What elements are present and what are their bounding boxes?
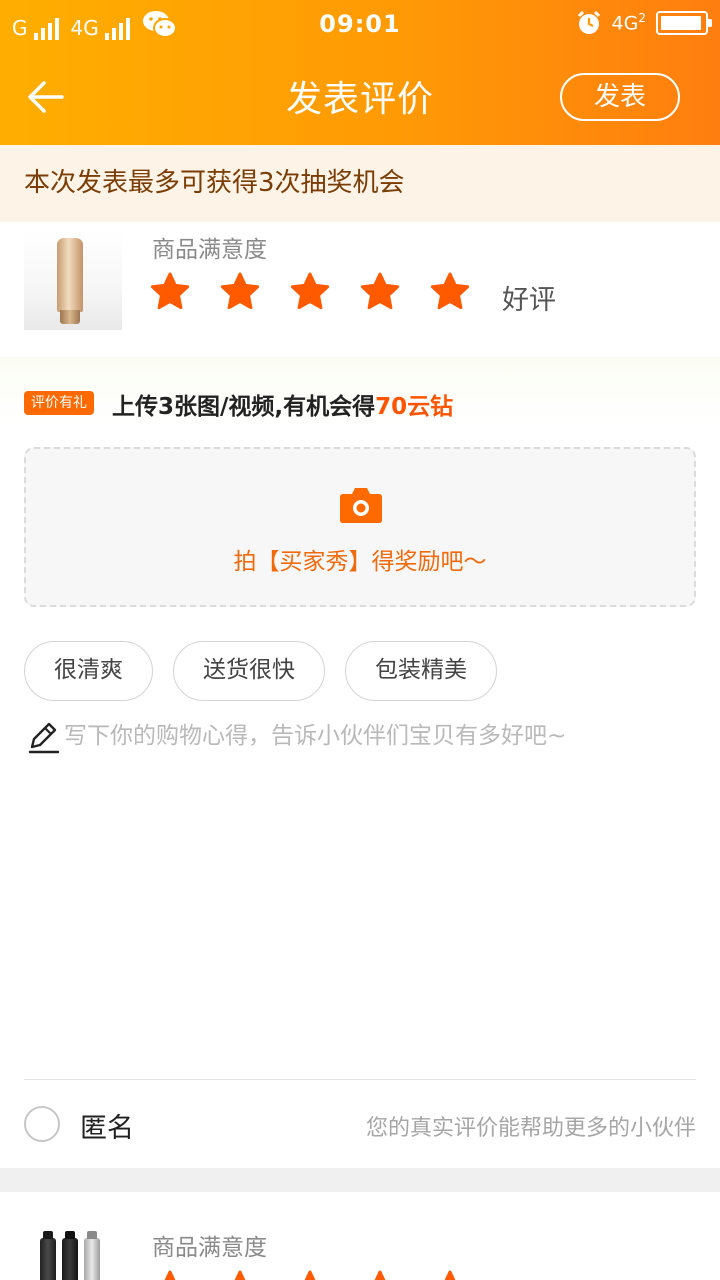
bottle-image <box>84 1231 100 1280</box>
section-gap <box>0 1168 720 1192</box>
quick-tag[interactable]: 很清爽 <box>24 641 153 701</box>
star-rating-2 <box>150 1270 470 1280</box>
header-bar: G 4G 09:01 4G2 发表评价 发表 <box>0 0 720 145</box>
star-icon[interactable] <box>360 1270 400 1280</box>
photo-upload-area[interactable]: 拍【买家秀】得奖励吧～ <box>24 447 696 607</box>
product-cap-image <box>60 310 80 324</box>
star-icon[interactable] <box>150 272 190 312</box>
review-reward-banner: 评价有礼 上传3张图/视频,有机会得70云钻 <box>0 357 720 427</box>
bottle-image <box>40 1231 56 1280</box>
battery-icon <box>656 11 712 35</box>
camera-icon <box>340 488 382 523</box>
comment-input[interactable] <box>64 718 696 1058</box>
divider <box>24 1079 696 1080</box>
product-thumbnail[interactable] <box>24 230 122 330</box>
star-icon[interactable] <box>150 1270 190 1280</box>
reward-tag: 评价有礼 <box>24 391 94 415</box>
lottery-notice: 本次发表最多可获得3次抽奖机会 <box>0 145 720 222</box>
reward-text: 上传3张图/视频,有机会得70云钻 <box>112 387 453 421</box>
star-icon[interactable] <box>430 272 470 312</box>
status-right: 4G2 <box>576 10 712 36</box>
status-bar: G 4G 09:01 4G2 <box>0 0 720 50</box>
anonymous-radio[interactable] <box>24 1106 60 1142</box>
pencil-icon <box>28 722 60 754</box>
star-icon[interactable] <box>430 1270 470 1280</box>
publish-button[interactable]: 发表 <box>560 73 680 121</box>
anonymous-label[interactable]: 匿名 <box>80 1106 134 1145</box>
star-icon[interactable] <box>290 272 330 312</box>
network-label: 4G2 <box>611 11 646 35</box>
star-icon[interactable] <box>360 272 400 312</box>
product-thumbnail-2[interactable] <box>24 1230 122 1280</box>
reward-text-prefix: 上传3张图/视频,有机会得 <box>112 394 376 420</box>
star-rating <box>150 272 470 312</box>
product-rating-card: 商品满意度 好评 <box>0 222 720 357</box>
quick-tag-list: 很清爽 送货很快 包装精美 <box>24 641 497 701</box>
reward-amount: 70云钻 <box>375 394 454 420</box>
anonymous-hint: 您的真实评价能帮助更多的小伙伴 <box>365 1116 696 1141</box>
star-icon[interactable] <box>290 1270 330 1280</box>
product-rating-card-2: 商品满意度 <box>0 1192 720 1280</box>
satisfaction-label: 商品满意度 <box>152 1235 267 1261</box>
product-tube-image <box>57 238 83 312</box>
star-icon[interactable] <box>220 1270 260 1280</box>
star-icon[interactable] <box>220 272 260 312</box>
quick-tag[interactable]: 包装精美 <box>345 641 497 701</box>
upload-prompt: 拍【买家秀】得奖励吧～ <box>233 549 487 575</box>
alarm-icon <box>577 10 600 34</box>
bottle-image <box>62 1231 78 1280</box>
rating-word: 好评 <box>502 285 556 316</box>
quick-tag[interactable]: 送货很快 <box>173 641 325 701</box>
satisfaction-label: 商品满意度 <box>152 237 267 263</box>
